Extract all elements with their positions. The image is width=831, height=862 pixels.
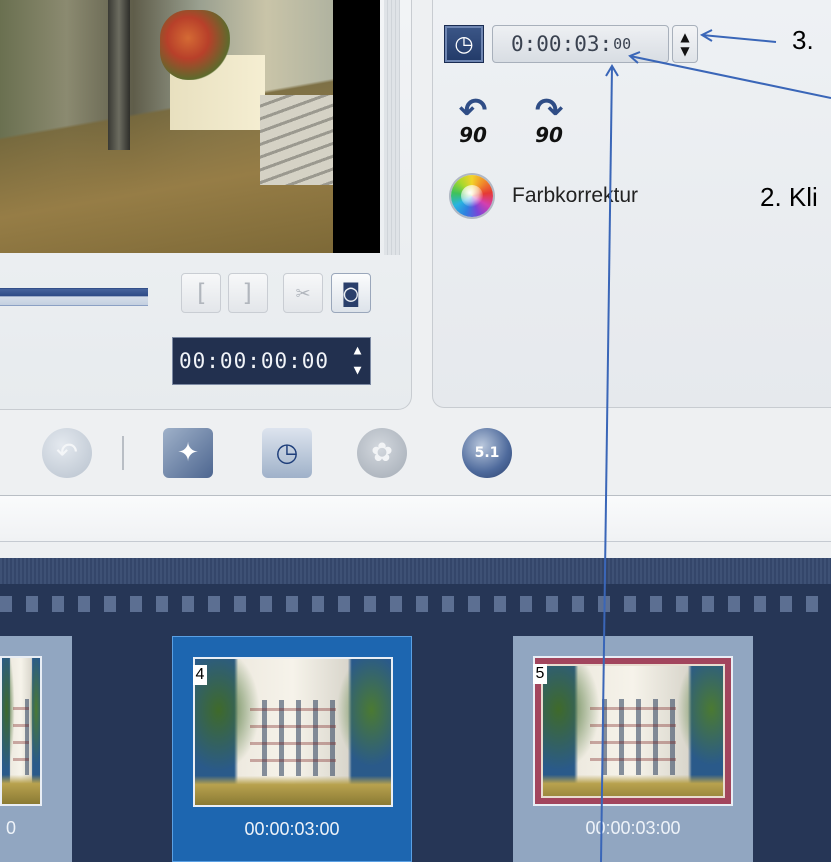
clock-icon: ◷ (454, 31, 474, 57)
color-wheel-icon[interactable] (451, 175, 493, 217)
rotate-left-icon: ↶ (458, 91, 488, 131)
clip-image (535, 658, 731, 804)
video-frame (0, 0, 333, 253)
view-tab-bar (0, 496, 831, 542)
rotate-right-button[interactable]: ↷ 90 (524, 91, 574, 147)
clip-duration: 0 (6, 818, 17, 838)
annotation-step-3: 3. (792, 25, 814, 55)
clock-film-icon[interactable]: ◷ (262, 428, 312, 478)
snapshot-button[interactable]: ◙ (331, 273, 371, 313)
preview-timecode-value: 00:00:00:00 (179, 349, 330, 373)
preview-timecode[interactable]: 00:00:00:00 ▲ ▼ (172, 337, 371, 385)
toolbar-separator (122, 436, 124, 470)
mark-out-button[interactable]: ] (228, 273, 268, 313)
undo-icon[interactable]: ↶ (42, 428, 92, 478)
duration-main: 0:00:03: (511, 32, 613, 56)
clip-thumbnail (193, 657, 393, 807)
film-perforations (0, 596, 831, 612)
mark-in-label: [ (193, 279, 209, 307)
video-post (108, 0, 130, 150)
mark-out-label: ] (240, 279, 256, 307)
storyboard-clip[interactable]: 5 00:00:03:00 (513, 636, 753, 862)
audio-disc-badge: 5.1 (474, 445, 500, 461)
mark-in-button[interactable]: [ (181, 273, 221, 313)
rotate-right-icon: ↷ (534, 91, 564, 131)
color-correction-label[interactable]: Farbkorrektur (512, 184, 638, 208)
rotate-left-label: 90 (459, 123, 487, 147)
duration-spinner[interactable]: ▲ ▼ (672, 25, 698, 63)
scissors-icon: ✂ (295, 279, 311, 307)
preview-splitter[interactable] (384, 0, 400, 255)
annotation-step-2: 2. Kli (760, 182, 818, 212)
audio-disc-icon[interactable]: 5.1 (462, 428, 512, 478)
clip-image (2, 658, 40, 804)
clip-number: 5 (533, 664, 547, 684)
timecode-spinner[interactable]: ▲ ▼ (349, 344, 367, 378)
clip-duration: 00:00:03:00 (244, 819, 340, 839)
magic-wand-icon[interactable]: ✦ (163, 428, 213, 478)
duration-frames: 00 (613, 35, 632, 53)
film-reel-icon[interactable]: ✿ (357, 428, 407, 478)
clip-duration: 00:00:03:00 (585, 818, 681, 838)
main-toolbar (0, 410, 831, 496)
preview-panel: [ ] ✂ ◙ 00:00:00:00 ▲ ▼ (0, 0, 412, 410)
duration-input[interactable]: 0:00:03: 00 (492, 25, 669, 63)
rotate-right-label: 90 (535, 123, 563, 147)
playback-progress-bar[interactable] (0, 288, 148, 306)
storyboard-clip-selected[interactable]: 4 00:00:03:00 (172, 636, 412, 862)
duration-down-icon[interactable]: ▼ (680, 44, 689, 58)
video-preview (0, 0, 380, 253)
spin-up-icon[interactable]: ▲ (354, 344, 363, 358)
rotate-left-button[interactable]: ↶ 90 (448, 91, 498, 147)
clip-image (195, 659, 391, 805)
duration-up-icon[interactable]: ▲ (680, 30, 689, 44)
clip-number: 4 (193, 665, 207, 685)
clip-thumbnail (533, 656, 733, 806)
storyboard-header-strip (0, 558, 831, 584)
video-stairs (260, 95, 333, 185)
storyboard-clip[interactable]: 0 (0, 636, 72, 862)
video-flowers (160, 10, 230, 80)
clip-thumbnail (0, 656, 42, 806)
spin-down-icon[interactable]: ▼ (354, 364, 363, 378)
snapshot-icon: ◙ (343, 279, 359, 307)
duration-clock-button[interactable]: ◷ (444, 25, 484, 63)
split-clip-button[interactable]: ✂ (283, 273, 323, 313)
